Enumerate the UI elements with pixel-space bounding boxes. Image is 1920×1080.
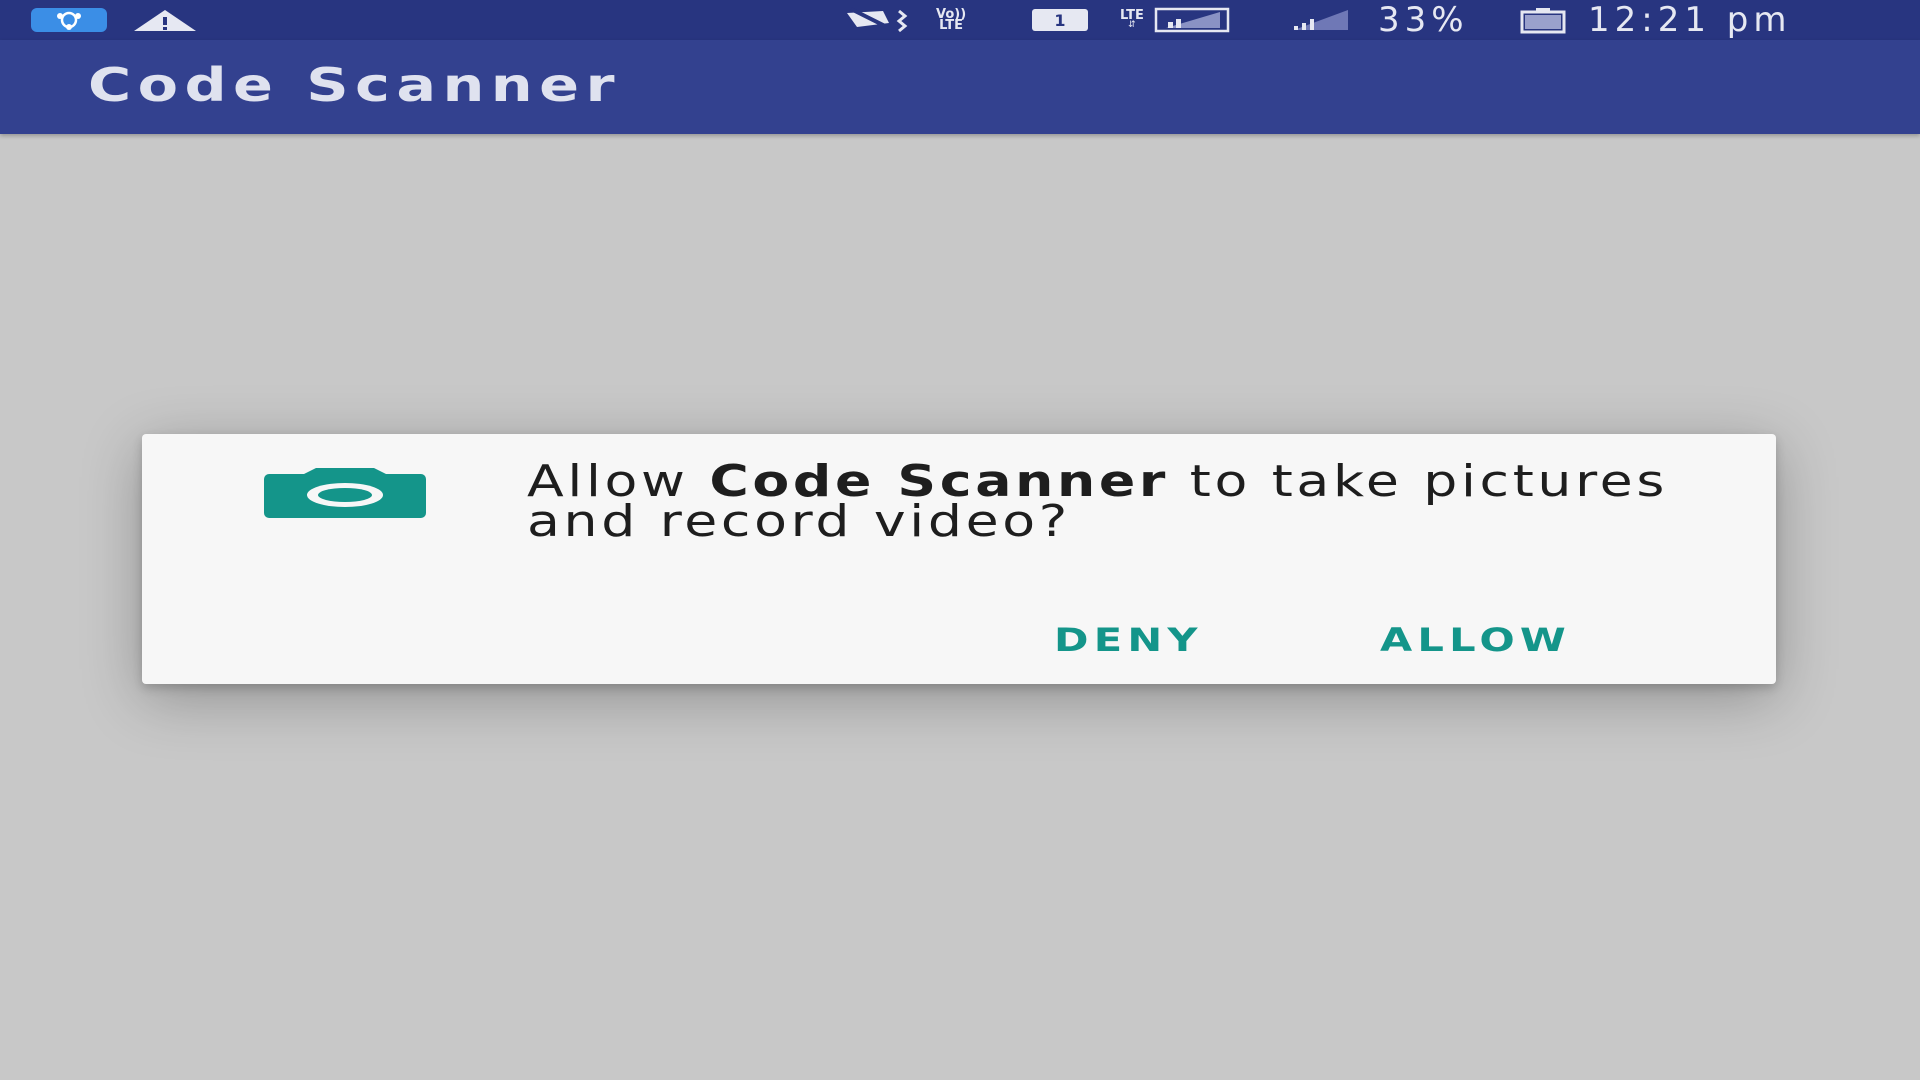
app-bar: Code Scanner	[0, 40, 1920, 134]
signal-icon	[1290, 0, 1352, 40]
sim-1-icon: 1	[1032, 0, 1088, 40]
warning-icon	[130, 0, 200, 40]
vibrate-icon	[843, 0, 913, 40]
volte-label-bottom: LTE	[939, 18, 964, 33]
sim-label: 1	[1054, 10, 1066, 30]
status-bar: Vo)) LTE 1 LTE ⇵ 33% 12:21 pm	[0, 0, 1920, 40]
volte-icon: Vo)) LTE	[936, 0, 966, 40]
clock: 12:21 pm	[1588, 0, 1792, 40]
deny-button[interactable]: DENY	[1054, 618, 1203, 662]
permission-message: Allow Code Scanner to take pictures and …	[527, 460, 1747, 544]
share-it-icon	[30, 0, 108, 40]
permission-dialog: Allow Code Scanner to take pictures and …	[142, 434, 1776, 684]
allow-button[interactable]: ALLOW	[1380, 618, 1571, 662]
lte-signal-icon: LTE ⇵	[1120, 0, 1230, 40]
battery-percent: 33%	[1378, 0, 1469, 40]
app-title: Code Scanner	[88, 58, 621, 112]
battery-icon	[1520, 0, 1566, 40]
camera-icon	[264, 468, 426, 518]
